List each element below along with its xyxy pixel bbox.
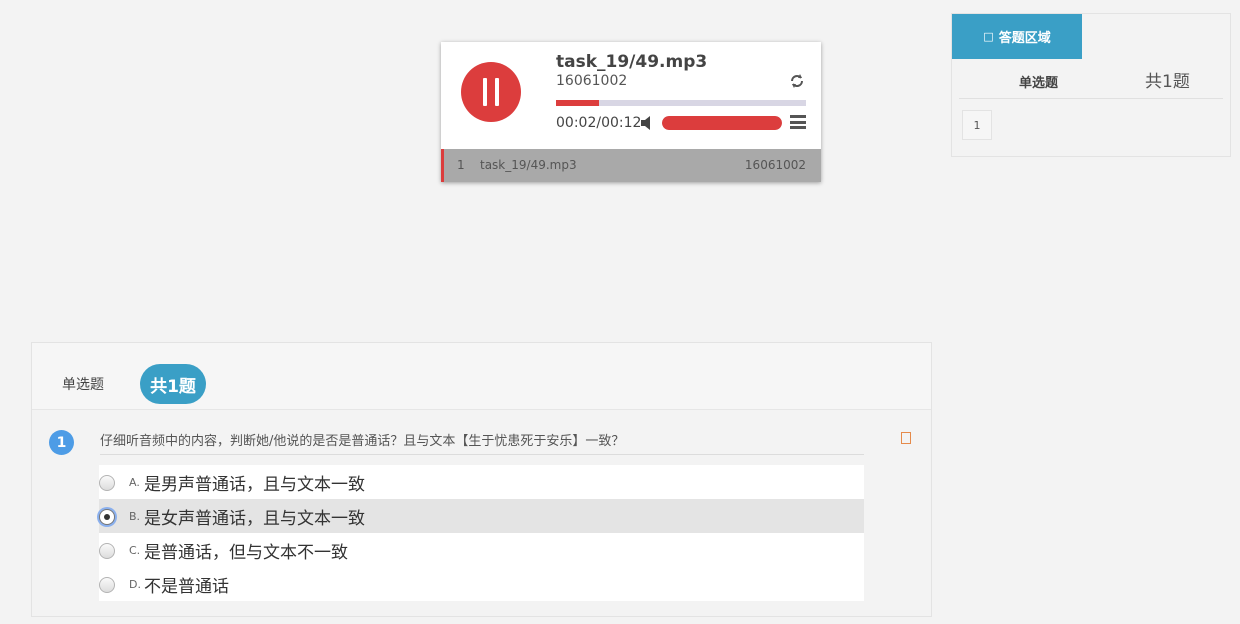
- option-text: 是普通话，但与文本不一致: [144, 543, 348, 563]
- option-b[interactable]: B. 是女声普通话，且与文本一致: [99, 499, 864, 533]
- option-d[interactable]: D. 不是普通话: [99, 567, 864, 601]
- question-nav-button-1[interactable]: 1: [962, 110, 992, 140]
- option-text: 是女声普通话，且与文本一致: [144, 509, 365, 529]
- progress-bar[interactable]: [556, 100, 806, 106]
- radio-button[interactable]: [99, 543, 115, 559]
- audio-player: task_19/49.mp3 16061002 00:02/00:12 1 ta…: [441, 42, 821, 182]
- volume-fill: [662, 116, 782, 130]
- option-letter: B.: [129, 510, 141, 523]
- question-panel-header: 单选题 共1题: [32, 343, 931, 410]
- playlist-item-id: 16061002: [744, 158, 806, 172]
- answer-options: A. 是男声普通话，且与文本一致 B. 是女声普通话，且与文本一致 C. 是普通…: [99, 465, 864, 601]
- playlist-item-name: task_19/49.mp3: [480, 158, 577, 172]
- flag-icon[interactable]: [901, 432, 911, 444]
- question-number-badge: 1: [49, 430, 74, 455]
- playlist-item-number: 1: [457, 158, 465, 172]
- radio-button[interactable]: [99, 577, 115, 593]
- answer-area-tab-label: 答题区域: [998, 31, 1051, 46]
- track-title: task_19/49.mp3: [556, 52, 708, 72]
- time-readout: 00:02/00:12: [556, 115, 642, 131]
- loop-icon[interactable]: [789, 73, 805, 89]
- option-letter: A.: [129, 476, 140, 489]
- option-text: 不是普通话: [144, 577, 229, 597]
- volume-slider[interactable]: [662, 116, 782, 130]
- playlist-item[interactable]: 1 task_19/49.mp3 16061002: [441, 149, 821, 182]
- option-c[interactable]: C. 是普通话，但与文本不一致: [99, 533, 864, 567]
- answer-area-panel: □ 答题区域 单选题 共1题 1: [951, 13, 1231, 157]
- question-text: 仔细听音频中的内容，判断她/他说的是否是普通话？且与文本【生于忧患死于安乐】一致…: [100, 434, 625, 449]
- answer-count-label: 共1题: [1145, 72, 1190, 92]
- question-panel: 单选题 共1题 1 仔细听音频中的内容，判断她/他说的是否是普通话？且与文本【生…: [31, 342, 932, 617]
- answer-type-label: 单选题: [1019, 76, 1059, 91]
- divider: [100, 454, 864, 455]
- divider: [959, 98, 1223, 99]
- radio-button[interactable]: [99, 509, 115, 525]
- option-text: 是男声普通话，且与文本一致: [144, 475, 365, 495]
- option-letter: C.: [129, 544, 141, 557]
- option-a[interactable]: A. 是男声普通话，且与文本一致: [99, 465, 864, 499]
- radio-button[interactable]: [99, 475, 115, 491]
- volume-icon[interactable]: [641, 115, 655, 131]
- playlist-menu-icon[interactable]: [790, 115, 806, 129]
- pause-button[interactable]: [461, 62, 521, 122]
- track-subtitle: 16061002: [556, 73, 628, 89]
- option-letter: D.: [129, 578, 141, 591]
- answer-area-tab[interactable]: □ 答题区域: [952, 14, 1082, 59]
- question-count-badge: 共1题: [140, 364, 206, 404]
- answer-sheet-icon: □: [983, 30, 994, 43]
- pause-icon: [483, 78, 487, 106]
- question-type-label: 单选题: [62, 377, 104, 393]
- progress-fill: [556, 100, 599, 106]
